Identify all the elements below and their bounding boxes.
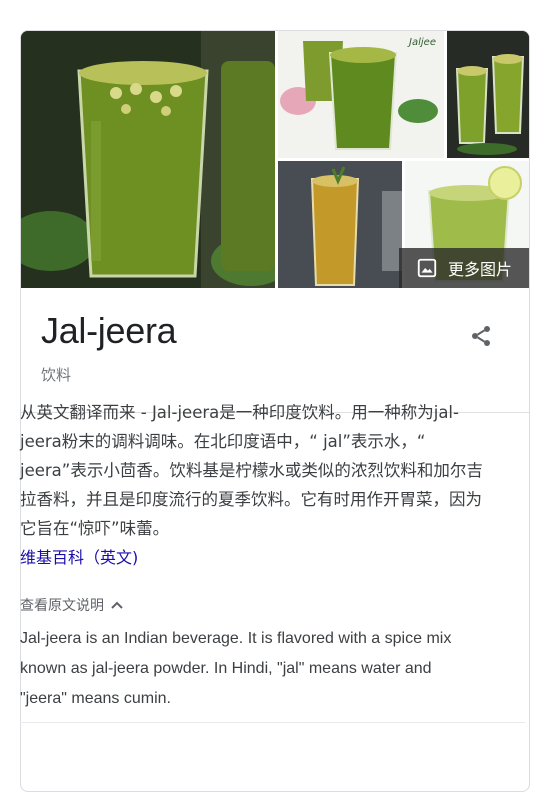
- share-icon[interactable]: [469, 324, 493, 348]
- view-original-toggle[interactable]: 查看原文说明: [20, 595, 124, 615]
- more-images-button[interactable]: 更多图片: [399, 248, 529, 288]
- view-original-label: 查看原文说明: [20, 598, 104, 614]
- drink-image-4[interactable]: [278, 161, 402, 288]
- entity-description: 从英文翻译而来 - Jal-jeera是一种印度饮料。用一种称为jal-jeer…: [20, 398, 490, 572]
- drink-image-2[interactable]: Jaljee: [278, 31, 444, 158]
- entity-subtitle: 饮料: [41, 366, 72, 384]
- wikipedia-link[interactable]: 维基百科（英文): [20, 543, 138, 572]
- more-images-label: 更多图片: [447, 260, 512, 279]
- entity-title: Jal-jeera: [41, 310, 177, 351]
- image-gallery: Jaljee 更多图片: [21, 31, 529, 288]
- drink-image-3[interactable]: [447, 31, 529, 158]
- main-drink-image[interactable]: [21, 31, 275, 288]
- original-description: Jal-jeera is an Indian beverage. It is f…: [20, 630, 452, 707]
- entity-header: Jal-jeera 饮料: [21, 288, 529, 413]
- image-icon: [417, 258, 437, 278]
- thumbnail-brand-text: Jaljee: [409, 37, 436, 48]
- divider: [20, 722, 525, 723]
- description-text: 从英文翻译而来 - Jal-jeera是一种印度饮料。用一种称为jal-jeer…: [20, 403, 483, 538]
- chevron-up-icon: [111, 601, 123, 609]
